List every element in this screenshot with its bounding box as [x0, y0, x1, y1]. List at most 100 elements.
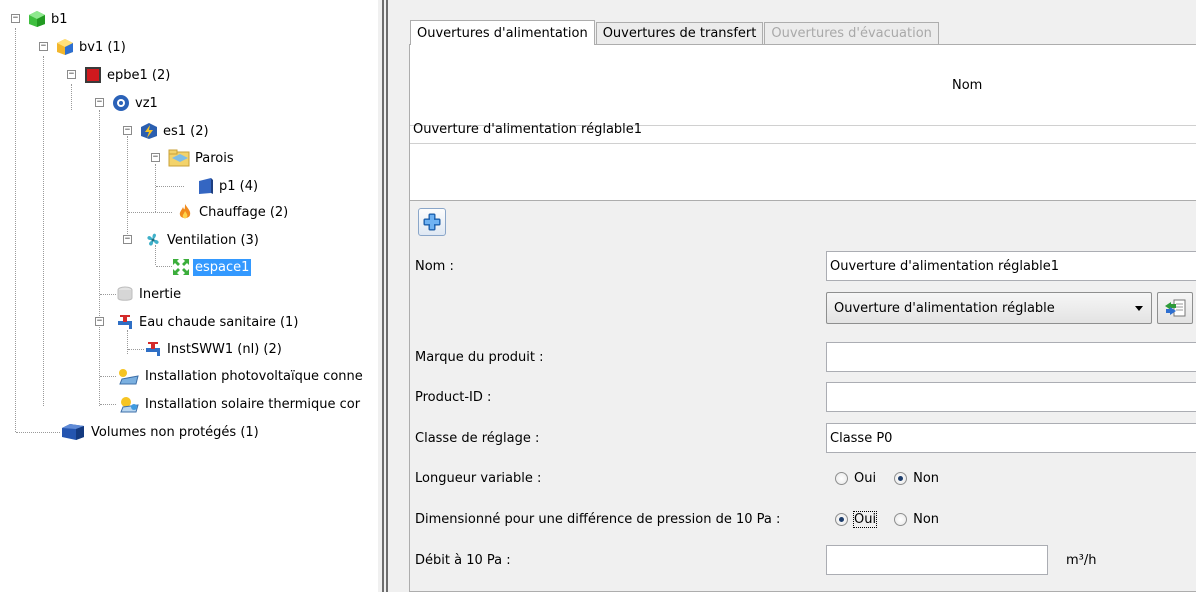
collapse-icon[interactable]: − — [39, 42, 48, 51]
pressure-yes-radio[interactable] — [835, 513, 848, 526]
tree-node-label: bv1 (1) — [79, 39, 126, 55]
faucet-icon — [116, 313, 134, 331]
tree-node-p1[interactable]: p1 (4) — [196, 175, 260, 197]
collapse-icon[interactable]: − — [151, 153, 160, 162]
blue-cube-icon — [60, 423, 86, 441]
table-header[interactable]: Nom — [410, 45, 1196, 126]
tree-node-vz1[interactable]: − vz1 — [95, 92, 160, 114]
solar-panel-icon — [116, 367, 140, 385]
solar-thermal-icon — [116, 395, 140, 413]
tree-node-volumes-non-proteges[interactable]: Volumes non protégés (1) — [60, 421, 261, 443]
tree-line — [99, 110, 100, 406]
splitter-line — [382, 0, 384, 592]
tree-node-label: Installation solaire thermique cor — [145, 396, 361, 412]
chevron-down-icon — [1135, 306, 1143, 311]
openings-editor: Ouvertures d'alimentation Ouvertures de … — [400, 0, 1196, 592]
collapse-icon[interactable]: − — [95, 98, 104, 107]
tab-ouvertures-transfert[interactable]: Ouvertures de transfert — [595, 22, 764, 44]
radio-label: Oui — [854, 471, 877, 486]
tree-node-instsww1[interactable]: InstSWW1 (nl) (2) — [144, 338, 284, 360]
tree-line — [127, 330, 128, 354]
expand-arrows-icon — [172, 258, 190, 276]
blue-gear-icon — [112, 94, 130, 112]
collapse-icon[interactable]: − — [123, 126, 132, 135]
tab-ouvertures-evacuation: Ouvertures d'évacuation — [764, 22, 939, 44]
collapse-icon[interactable]: − — [11, 14, 20, 23]
tab-label: Ouvertures de transfert — [602, 26, 757, 41]
table-row[interactable]: Ouverture d'alimentation réglable1 — [413, 118, 642, 140]
splitter-line — [386, 0, 388, 592]
tree-node-label: p1 (4) — [219, 178, 259, 194]
folder-icon — [168, 149, 190, 167]
tree-node-label: Chauffage (2) — [199, 204, 289, 220]
radio-label: Non — [913, 512, 940, 527]
add-opening-button[interactable] — [418, 208, 446, 236]
product-id-label: Product-ID : — [415, 390, 492, 405]
tree-node-label: InstSWW1 (nl) (2) — [167, 341, 282, 357]
tree-line — [128, 349, 144, 350]
flow-label: Débit à 10 Pa : — [415, 553, 511, 568]
product-id-field[interactable] — [826, 382, 1196, 412]
faucet-icon — [144, 340, 162, 358]
radio-label: Oui — [852, 511, 878, 528]
tab-content: Nom Ouverture d'alimentation réglable1 N… — [409, 44, 1196, 592]
tree-node-chauffage[interactable]: Chauffage (2) — [176, 201, 290, 223]
tree-node-label: Volumes non protégés (1) — [91, 424, 259, 440]
tree-node-label: vz1 — [135, 95, 158, 111]
tree-node-label: Inertie — [139, 286, 182, 302]
tree-line — [127, 136, 128, 244]
flow-field[interactable] — [826, 545, 1048, 575]
tree-node-parois[interactable]: − Parois — [151, 147, 236, 169]
tree-node-es1[interactable]: − es1 (2) — [123, 120, 211, 142]
red-cube-icon — [84, 66, 102, 84]
tree-node-ventilation[interactable]: − Ventilation (3) — [123, 229, 261, 251]
green-cube-icon — [28, 10, 46, 28]
panel-splitter[interactable] — [378, 0, 400, 592]
collapse-icon[interactable]: − — [123, 235, 132, 244]
opening-type-dropdown[interactable]: Ouverture d'alimentation réglable — [826, 292, 1152, 324]
name-field[interactable] — [826, 251, 1196, 281]
tree-node-label: Installation photovoltaïque conne — [145, 368, 363, 384]
tree-line — [100, 376, 116, 377]
tab-bar: Ouvertures d'alimentation Ouvertures de … — [410, 20, 940, 45]
brand-field[interactable] — [826, 342, 1196, 372]
tree-node-installation-photovoltaique[interactable]: Installation photovoltaïque conne — [116, 365, 365, 387]
tree-node-installation-solaire-thermique[interactable]: Installation solaire thermique cor — [116, 393, 362, 415]
tree-node-espace1[interactable]: espace1 — [172, 256, 252, 278]
tree-line — [100, 294, 116, 295]
dropdown-value: Ouverture d'alimentation réglable — [834, 300, 1055, 316]
class-field[interactable] — [826, 423, 1196, 453]
name-label: Nom : — [415, 259, 454, 274]
tree-node-label: Parois — [195, 150, 234, 166]
yellow-blue-cube-icon — [56, 38, 74, 56]
variable-length-no-radio[interactable] — [894, 472, 908, 485]
tree-line — [155, 164, 156, 212]
tree-node-eau-chaude-sanitaire[interactable]: − Eau chaude sanitaire (1) — [95, 311, 300, 333]
class-label: Classe de réglage : — [415, 431, 540, 446]
tree-node-epbe1[interactable]: − epbe1 (2) — [67, 64, 172, 86]
openings-table[interactable]: Nom Ouverture d'alimentation réglable1 — [410, 45, 1196, 201]
tree-node-label: espace1 — [193, 258, 252, 276]
collapse-icon[interactable]: − — [95, 317, 104, 326]
pressure-no-radio[interactable] — [894, 513, 908, 526]
tree-line — [100, 404, 116, 405]
tab-label: Ouvertures d'alimentation — [417, 25, 588, 41]
variable-length-yes-radio[interactable] — [835, 472, 848, 485]
project-tree[interactable]: − b1 − bv1 (1) − epbe1 (2) − vz1 − es1 (… — [0, 0, 378, 592]
tree-node-label: b1 — [51, 11, 68, 27]
wall-panel-icon — [196, 177, 214, 195]
tree-node-b1[interactable]: − b1 — [11, 8, 70, 30]
collapse-icon[interactable]: − — [67, 70, 76, 79]
cylinder-icon — [116, 285, 134, 303]
tab-ouvertures-alimentation[interactable]: Ouvertures d'alimentation — [410, 20, 595, 45]
tree-node-bv1[interactable]: − bv1 (1) — [39, 36, 128, 58]
tree-node-label: Ventilation (3) — [167, 232, 259, 248]
tree-line — [156, 266, 172, 267]
link-product-button[interactable] — [1157, 292, 1193, 324]
tree-node-inertie[interactable]: Inertie — [116, 283, 183, 305]
brand-label: Marque du produit : — [415, 350, 544, 365]
tree-line — [16, 432, 60, 433]
tree-node-label: Eau chaude sanitaire (1) — [139, 314, 299, 330]
fan-icon — [144, 231, 162, 249]
column-header-nom[interactable]: Nom — [952, 78, 982, 93]
